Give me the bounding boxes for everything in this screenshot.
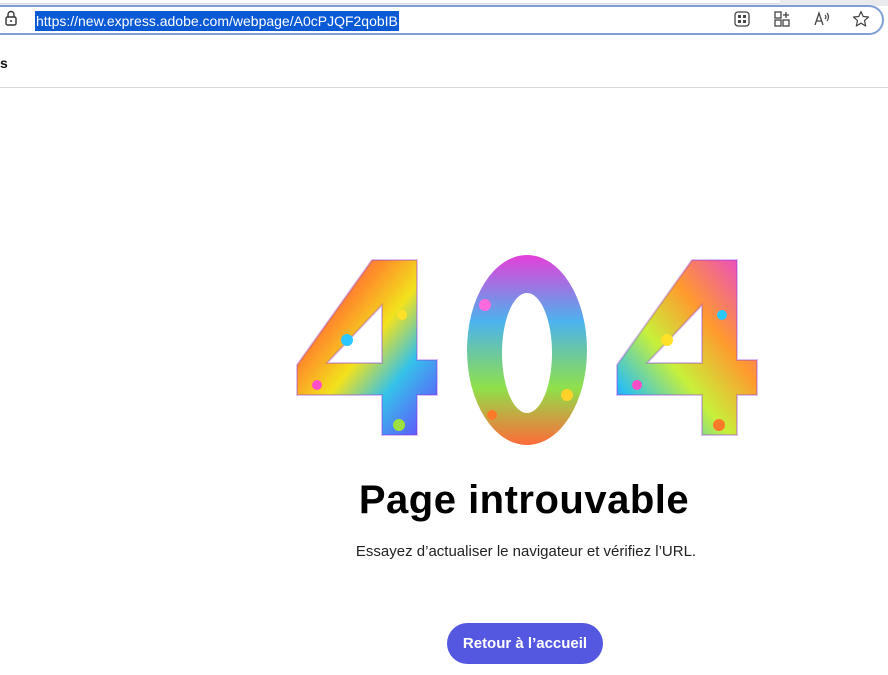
back-home-button[interactable]: Retour à l’accueil	[447, 623, 603, 664]
error-message: Essayez d’actualiser le navigateur et vé…	[355, 543, 697, 560]
active-tab-edge	[0, 0, 780, 4]
site-header: s	[0, 36, 888, 88]
url-text[interactable]: https://new.express.adobe.com/webpage/A0…	[35, 11, 399, 31]
read-aloud-icon[interactable]	[813, 10, 831, 28]
error-404-illustration	[296, 255, 758, 445]
digit-zero	[467, 255, 587, 445]
lock-icon[interactable]	[4, 10, 18, 26]
digit-four-left	[296, 259, 438, 436]
page-title: Page introuvable	[358, 478, 690, 522]
favorite-star-icon[interactable]	[852, 10, 870, 28]
digit-four-right	[616, 259, 758, 436]
app-grid-icon[interactable]	[733, 10, 751, 28]
header-text-fragment[interactable]: s	[0, 55, 8, 71]
add-tab-icon[interactable]	[773, 10, 791, 28]
